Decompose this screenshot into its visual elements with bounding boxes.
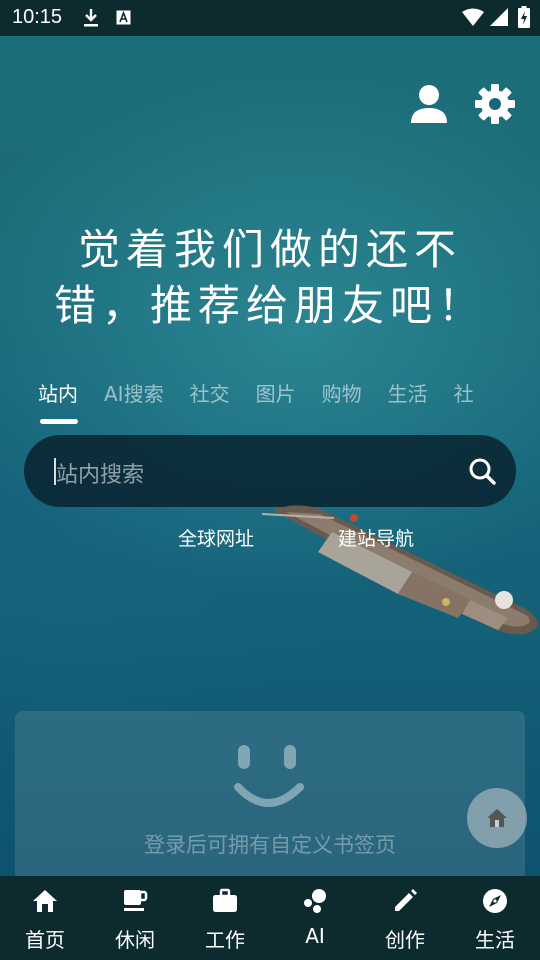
nav-label-work: 工作 (205, 928, 245, 952)
tab-site[interactable]: 站内 (38, 378, 78, 424)
nav-life[interactable]: 生活 (450, 876, 540, 960)
tab-more-social[interactable]: 社 (454, 378, 474, 407)
nav-create[interactable]: 创作 (360, 876, 450, 960)
nav-label-ai: AI (305, 924, 325, 948)
headline-line-2: 错，推荐给朋友吧！ (53, 281, 486, 330)
boat-image (262, 505, 538, 635)
status-time: 10:15 (12, 6, 63, 28)
user-profile-icon[interactable] (410, 84, 448, 124)
tab-ai-search[interactable]: AI搜索 (104, 378, 164, 407)
briefcase-icon (213, 888, 237, 912)
floating-home-button[interactable] (467, 788, 527, 848)
compass-icon (483, 889, 507, 913)
download-icon (84, 9, 98, 27)
smiley-face-icon (234, 745, 304, 807)
nav-label-create: 创作 (385, 928, 425, 952)
signal-icon (490, 8, 508, 26)
battery-charging-icon (518, 6, 530, 28)
link-site-builder-nav[interactable]: 建站导航 (338, 524, 414, 551)
nav-work[interactable]: 工作 (180, 876, 270, 960)
link-global-sites[interactable]: 全球网址 (178, 524, 254, 551)
nav-home[interactable]: 首页 (0, 876, 90, 960)
pencil-icon (395, 889, 417, 911)
status-bar: 10:15 (0, 0, 540, 36)
tab-life[interactable]: 生活 (388, 378, 428, 407)
home-icon (487, 809, 507, 827)
tab-shopping[interactable]: 购物 (322, 378, 362, 407)
nav-ai[interactable]: AI (270, 876, 360, 960)
search-input[interactable]: 站内搜索 (24, 435, 516, 507)
nav-leisure[interactable]: 休闲 (90, 876, 180, 960)
tab-social[interactable]: 社交 (190, 378, 230, 407)
coffee-cup-icon (124, 890, 148, 911)
nav-label-life: 生活 (475, 928, 515, 952)
a-notification-icon (116, 10, 131, 25)
nav-label-leisure: 休闲 (115, 928, 155, 952)
headline-line-1: 觉着我们做的还不 (77, 225, 462, 274)
promo-headline: 觉着我们做的还不 错，推荐给朋友吧！ (0, 222, 540, 334)
wifi-icon (462, 8, 484, 26)
search-category-tabs: 站内 AI搜索 社交 图片 购物 生活社 (38, 378, 540, 428)
bottom-navigation: 首页 休闲 工作 AI 创作 生活 (0, 876, 540, 960)
nav-label-home: 首页 (25, 928, 65, 952)
home-icon (33, 890, 57, 912)
search-placeholder: 站内搜索 (56, 463, 145, 488)
ai-bubbles-icon (304, 889, 326, 913)
login-bookmark-message: 登录后可拥有自定义书签页 (144, 833, 396, 857)
settings-gear-icon[interactable] (474, 83, 516, 125)
tab-images[interactable]: 图片 (256, 378, 296, 407)
search-icon[interactable] (468, 457, 496, 485)
